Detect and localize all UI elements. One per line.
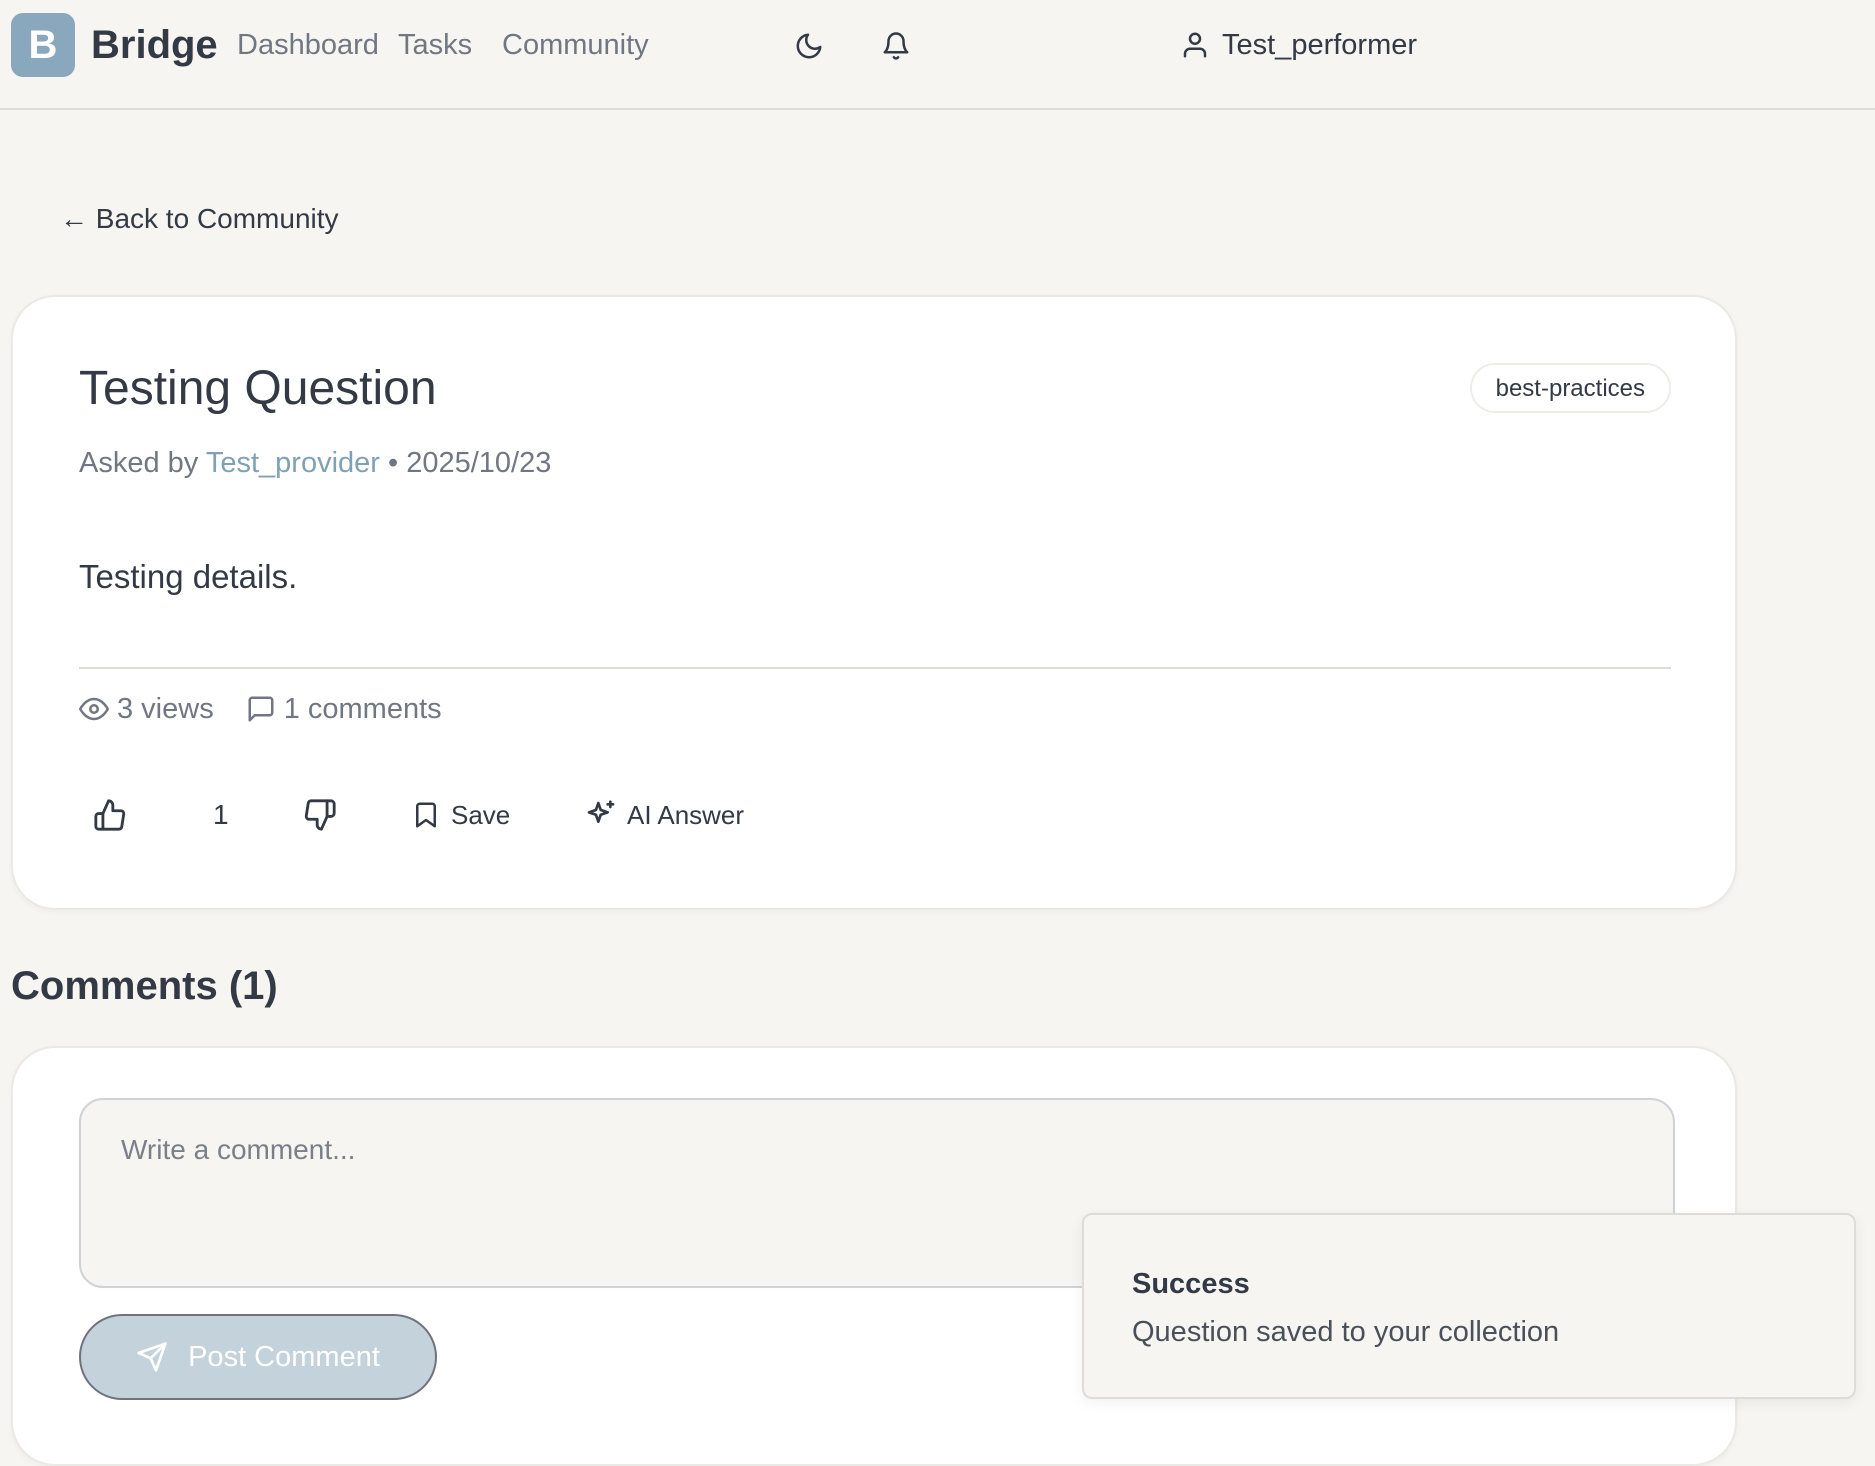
meta-separator: • xyxy=(388,447,399,479)
views-stat: 3 views xyxy=(79,693,214,726)
question-title: Testing Question xyxy=(79,362,437,415)
eye-icon xyxy=(79,697,109,721)
comments-count: 1 comments xyxy=(283,692,442,725)
app-logo[interactable]: B xyxy=(11,13,75,77)
nav-link-community[interactable]: Community xyxy=(502,25,649,65)
user-menu[interactable]: Test_performer xyxy=(1180,22,1417,68)
question-tag[interactable]: best-practices xyxy=(1469,363,1671,413)
comments-stat: 1 comments xyxy=(246,693,442,726)
author-link[interactable]: Test_provider xyxy=(206,447,380,479)
bell-icon xyxy=(883,32,909,60)
sparkles-icon xyxy=(587,800,615,823)
toast-title: Success xyxy=(1132,1268,1250,1300)
question-stats: 3 views 1 comments xyxy=(79,687,442,731)
app-name[interactable]: Bridge xyxy=(91,20,218,70)
post-comment-button[interactable]: Post Comment xyxy=(79,1314,437,1400)
toast-message: Question saved to your collection xyxy=(1132,1316,1560,1348)
thumbs-up-icon xyxy=(94,799,126,831)
divider xyxy=(79,667,1671,669)
save-label: Save xyxy=(451,799,511,830)
post-comment-label: Post Comment xyxy=(188,1340,380,1373)
ai-answer-label: AI Answer xyxy=(627,799,745,830)
notifications-button[interactable] xyxy=(875,25,917,67)
asked-by-label: Asked by xyxy=(79,447,199,479)
nav-link-tasks[interactable]: Tasks xyxy=(398,25,472,65)
question-actions: 1 Save AI Answer xyxy=(13,785,1735,845)
upvote-button[interactable] xyxy=(93,785,137,845)
success-toast[interactable]: Success Question saved to your collectio… xyxy=(1082,1213,1856,1399)
views-count: 3 views xyxy=(117,692,214,725)
question-date: 2025/10/23 xyxy=(406,447,552,479)
top-navigation-bar: B Bridge Dashboard Tasks Community Test_… xyxy=(0,0,1875,110)
vote-count: 1 xyxy=(213,799,229,830)
comment-icon xyxy=(248,696,274,722)
thumbs-down-icon xyxy=(304,799,336,831)
theme-toggle-button[interactable] xyxy=(788,25,830,67)
question-card: Testing Question best-practices Asked by… xyxy=(11,295,1737,910)
back-to-community-link[interactable]: ← Back to Community xyxy=(60,200,339,238)
bookmark-icon xyxy=(416,802,436,828)
send-icon xyxy=(137,1342,167,1372)
ai-answer-button[interactable]: AI Answer xyxy=(585,785,744,845)
question-meta: Asked by Test_provider • 2025/10/23 xyxy=(79,443,551,483)
save-button[interactable]: Save xyxy=(411,785,510,845)
moon-icon xyxy=(796,33,822,59)
downvote-button[interactable] xyxy=(303,785,347,845)
user-icon xyxy=(1183,32,1207,58)
username-label: Test_performer xyxy=(1222,28,1418,61)
nav-link-dashboard[interactable]: Dashboard xyxy=(237,25,379,65)
comments-heading: Comments (1) xyxy=(11,964,278,1008)
question-body: Testing details. xyxy=(79,558,298,595)
